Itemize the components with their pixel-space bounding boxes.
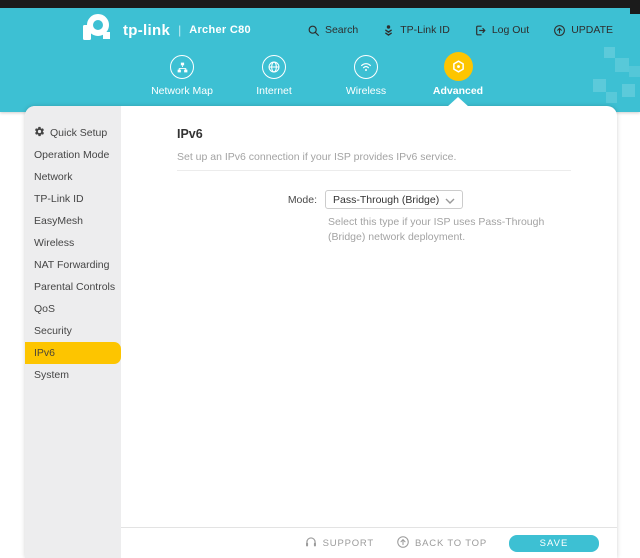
page-title: IPv6	[177, 127, 203, 141]
deco-square	[593, 79, 606, 92]
sidebar-item-label: EasyMesh	[34, 215, 84, 227]
network-map-icon	[170, 55, 194, 79]
deco-square	[604, 47, 615, 58]
brand-row: tp-link | Archer C80 Search TP-Link ID L…	[0, 8, 640, 46]
sidebar-item-wireless[interactable]: Wireless	[25, 232, 121, 254]
brand-model: Archer C80	[189, 24, 251, 36]
update-label: UPDATE	[571, 24, 613, 36]
mode-select[interactable]: Pass-Through (Bridge)	[325, 190, 463, 209]
mode-hint: Select this type if your ISP uses Pass-T…	[328, 216, 545, 244]
advanced-tab-pointer	[447, 97, 469, 107]
sidebar-item-label: System	[34, 369, 70, 381]
mode-form-row: Mode: Pass-Through (Bridge)	[177, 190, 576, 209]
sidebar-item-qos[interactable]: QoS	[25, 298, 121, 320]
deco-square	[606, 92, 617, 103]
support-link[interactable]: SUPPORT	[304, 535, 374, 552]
sidebar-item-nat-forwarding[interactable]: NAT Forwarding	[25, 254, 121, 276]
wireless-icon	[354, 55, 378, 79]
advanced-icon	[443, 52, 473, 81]
brand-separator: |	[178, 23, 182, 37]
sidebar-item-quick-setup[interactable]: Quick Setup	[25, 122, 121, 144]
sidebar-item-ipv6[interactable]: IPv6	[25, 342, 121, 364]
content-panel: Quick Setup Operation Mode Network TP-Li…	[25, 106, 617, 558]
sidebar-item-label: IPv6	[34, 347, 56, 359]
sidebar-item-tplink-id[interactable]: TP-Link ID	[25, 188, 121, 210]
back-to-top-icon	[396, 535, 410, 552]
sidebar-item-system[interactable]: System	[25, 364, 121, 386]
top-black-bar-step	[630, 8, 640, 14]
content-area: IPv6 Set up an IPv6 connection if your I…	[121, 106, 617, 558]
sidebar-item-label: QoS	[34, 303, 56, 315]
sidebar-item-label: TP-Link ID	[34, 193, 84, 205]
header: tp-link | Archer C80 Search TP-Link ID L…	[0, 8, 640, 112]
update-button[interactable]: UPDATE	[553, 24, 613, 37]
sidebar-item-label: Quick Setup	[50, 127, 108, 139]
tp-link-logo-icon	[74, 13, 114, 47]
brand-name: tp-link	[123, 21, 171, 39]
update-icon	[553, 24, 566, 37]
mode-select-value: Pass-Through (Bridge)	[333, 193, 440, 206]
search-icon	[307, 24, 320, 37]
search-label: Search	[324, 24, 359, 36]
tab-internet[interactable]: Internet	[228, 52, 320, 97]
tab-advanced-label: Advanced	[432, 85, 484, 97]
sidebar-item-label: Operation Mode	[34, 149, 110, 161]
tab-network-map-label: Network Map	[151, 85, 213, 97]
save-button[interactable]: SAVE	[509, 534, 599, 552]
main-section: IPv6 Set up an IPv6 connection if your I…	[121, 106, 617, 527]
sidebar-item-easymesh[interactable]: EasyMesh	[25, 210, 121, 232]
sidebar: Quick Setup Operation Mode Network TP-Li…	[25, 106, 121, 558]
tab-internet-label: Internet	[256, 85, 292, 97]
footer: SUPPORT BACK TO TOP SAVE	[121, 527, 617, 558]
brand: tp-link | Archer C80	[74, 13, 251, 47]
deco-square	[622, 84, 635, 97]
tplink-id-button[interactable]: TP-Link ID	[382, 24, 450, 37]
logout-button[interactable]: Log Out	[474, 24, 529, 37]
sidebar-item-label: Parental Controls	[34, 281, 116, 293]
page-description: Set up an IPv6 connection if your ISP pr…	[177, 151, 457, 163]
chevron-down-icon	[445, 191, 455, 209]
sidebar-item-label: NAT Forwarding	[34, 259, 110, 271]
logout-icon	[474, 24, 487, 37]
sidebar-item-label: Wireless	[34, 237, 75, 249]
sidebar-item-operation-mode[interactable]: Operation Mode	[25, 144, 121, 166]
tplink-id-icon	[382, 24, 395, 37]
search-button[interactable]: Search	[307, 24, 358, 37]
page: tp-link | Archer C80 Search TP-Link ID L…	[0, 0, 640, 558]
section-divider	[177, 170, 571, 171]
nav-tabs: Network Map Internet Wireless Advanced	[0, 52, 640, 97]
deco-square	[615, 58, 629, 72]
sidebar-item-security[interactable]: Security	[25, 320, 121, 342]
tplink-id-label: TP-Link ID	[400, 24, 450, 36]
internet-icon	[262, 55, 286, 79]
support-icon	[304, 535, 318, 552]
tab-wireless-label: Wireless	[345, 85, 387, 97]
tab-network-map[interactable]: Network Map	[136, 52, 228, 97]
tab-advanced[interactable]: Advanced	[412, 52, 504, 97]
top-black-bar	[0, 0, 640, 8]
sidebar-item-parental-controls[interactable]: Parental Controls	[25, 276, 121, 298]
support-label: SUPPORT	[322, 537, 375, 549]
sidebar-item-network[interactable]: Network	[25, 166, 121, 188]
tab-wireless[interactable]: Wireless	[320, 52, 412, 97]
sidebar-item-label: Network	[34, 171, 73, 183]
deco-square	[629, 66, 640, 77]
back-to-top-label: BACK TO TOP	[415, 537, 487, 549]
sidebar-item-label: Security	[34, 325, 72, 337]
back-to-top-link[interactable]: BACK TO TOP	[396, 535, 487, 552]
logout-label: Log Out	[491, 24, 530, 36]
quick-setup-icon	[34, 126, 45, 140]
mode-label: Mode:	[287, 193, 317, 206]
header-menu: Search TP-Link ID Log Out UPDATE	[307, 24, 613, 37]
